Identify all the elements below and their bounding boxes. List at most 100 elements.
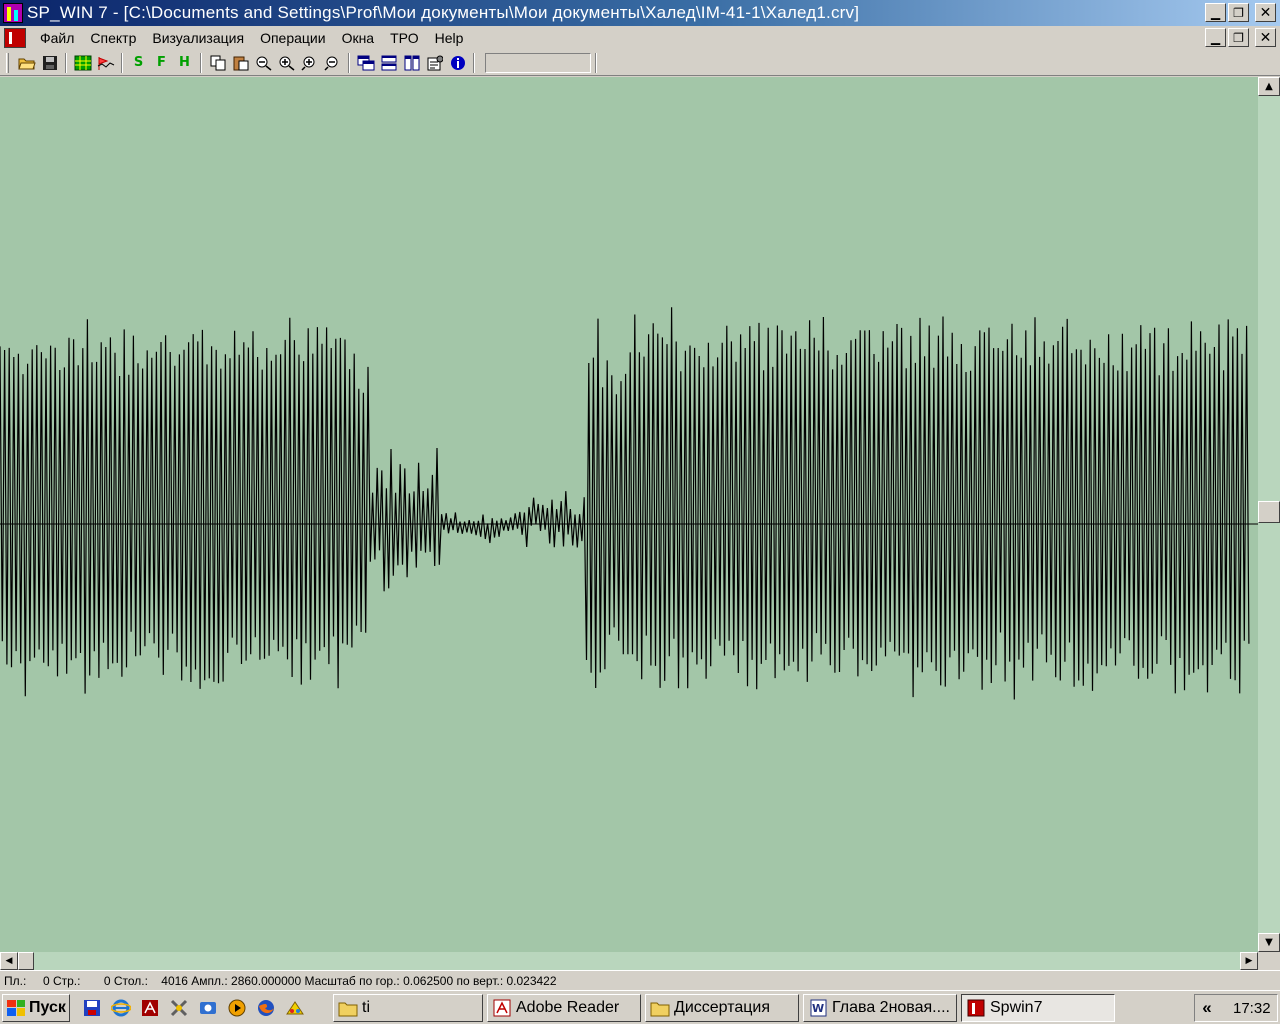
scrollbar-corner xyxy=(1258,952,1280,970)
doc-close-button[interactable]: ✕ xyxy=(1255,28,1276,47)
cascade-windows-icon[interactable] xyxy=(356,53,376,73)
s-letter-icon[interactable]: S xyxy=(129,53,149,73)
menu-help[interactable]: Help xyxy=(427,30,472,46)
task-label: Глава 2новая.... xyxy=(832,998,950,1016)
status-bar: Пл.: 0 Стр.: 0 Стол.: 4016 Ампл.: 2860.0… xyxy=(0,970,1280,990)
tools-icon[interactable] xyxy=(167,996,191,1020)
quick-launch xyxy=(80,996,307,1020)
scroll-down-button[interactable]: ▼ xyxy=(1258,933,1280,952)
paint-icon[interactable] xyxy=(283,996,307,1020)
tray-expand-button[interactable]: « xyxy=(1195,998,1219,1018)
menu-file[interactable]: Файл xyxy=(32,30,82,46)
restore-icon: ❐ xyxy=(1233,30,1244,45)
floppy-save-icon[interactable] xyxy=(80,996,104,1020)
toolbar-separator xyxy=(595,52,597,73)
scroll-right-button[interactable]: ▶ xyxy=(1240,952,1258,970)
properties-icon[interactable] xyxy=(425,53,445,73)
outlook-icon[interactable] xyxy=(196,996,220,1020)
menu-bar: Файл Спектр Визуализация Операции Окна Т… xyxy=(0,26,1280,50)
f-letter-icon[interactable]: F xyxy=(152,53,172,73)
grid-icon[interactable] xyxy=(73,53,93,73)
task-label: Диссертация xyxy=(674,998,771,1016)
close-icon: ✕ xyxy=(1259,29,1272,46)
save-icon[interactable] xyxy=(40,53,60,73)
signal-waveform-canvas xyxy=(0,307,1258,700)
toolbar-separator xyxy=(473,52,475,73)
menu-spectrum[interactable]: Спектр xyxy=(82,30,144,46)
info-icon[interactable] xyxy=(448,53,468,73)
h-letter-icon[interactable]: H xyxy=(175,53,195,73)
spwin-icon xyxy=(967,999,985,1016)
clock[interactable]: 17:32 xyxy=(1233,1000,1271,1017)
start-label: Пуск xyxy=(29,998,66,1016)
task-label: Adobe Reader xyxy=(516,998,620,1016)
minimize-icon: ▁ xyxy=(1210,5,1221,20)
toolbar-value-box[interactable] xyxy=(485,52,591,73)
adobe-reader-icon xyxy=(493,999,511,1016)
task-dissertation[interactable]: Диссертация xyxy=(645,993,799,1022)
window-title: SP_WIN 7 - [C:\Documents and Settings\Pr… xyxy=(27,3,860,22)
status-text: Пл.: 0 Стр.: 0 Стол.: 4016 Ампл.: 2860.0… xyxy=(4,973,557,988)
paste-icon[interactable] xyxy=(231,53,251,73)
scroll-left-button[interactable]: ◀ xyxy=(0,952,18,970)
scroll-up-button[interactable]: ▲ xyxy=(1258,77,1280,96)
task-adobe-reader[interactable]: Adobe Reader xyxy=(487,993,641,1022)
arrow-right-icon: ▶ xyxy=(1245,956,1253,966)
svg-text:W: W xyxy=(812,1002,824,1015)
zoom-in-y-icon[interactable] xyxy=(300,53,320,73)
menu-tro[interactable]: ТРО xyxy=(382,30,426,46)
close-button[interactable]: ✕ xyxy=(1255,3,1276,22)
title-bar[interactable]: SP_WIN 7 - [C:\Documents and Settings\Pr… xyxy=(0,0,1280,26)
folder-icon xyxy=(650,1002,670,1016)
toolbar-separator xyxy=(200,52,202,73)
copy-icon[interactable] xyxy=(208,53,228,73)
document-icon[interactable] xyxy=(4,28,26,48)
horizontal-scrollbar[interactable]: ◀ ▶ xyxy=(0,952,1258,970)
flag-chart-icon[interactable] xyxy=(96,53,116,73)
restore-icon: ❐ xyxy=(1233,5,1244,20)
tile-horizontal-icon[interactable] xyxy=(379,53,399,73)
arrow-left-icon: ◀ xyxy=(5,956,13,966)
doc-minimize-button[interactable]: ▁ xyxy=(1205,28,1226,47)
open-folder-icon[interactable] xyxy=(17,53,37,73)
minimize-button[interactable]: ▁ xyxy=(1205,3,1226,22)
task-label: Spwin7 xyxy=(990,998,1043,1016)
start-button[interactable]: Пуск xyxy=(2,993,70,1022)
tile-vertical-icon[interactable] xyxy=(402,53,422,73)
task-ti[interactable]: ti xyxy=(333,993,483,1022)
folder-icon xyxy=(338,1002,358,1016)
zoom-in-x-icon[interactable] xyxy=(254,53,274,73)
toolbar: S F H xyxy=(0,50,1280,76)
horizontal-scroll-thumb[interactable] xyxy=(18,952,34,970)
spwin-window: SP_WIN 7 - [C:\Documents and Settings\Pr… xyxy=(0,0,1280,1024)
menu-windows[interactable]: Окна xyxy=(334,30,383,46)
task-spwin7[interactable]: Spwin7 xyxy=(961,993,1115,1022)
task-label: ti xyxy=(362,998,370,1016)
zoom-out-y-icon[interactable] xyxy=(323,53,343,73)
restore-button[interactable]: ❐ xyxy=(1228,3,1249,22)
spwin-app-icon[interactable] xyxy=(3,3,23,23)
toolbar-grip[interactable] xyxy=(6,52,9,73)
vertical-scrollbar[interactable]: ▲ ▼ xyxy=(1258,77,1280,952)
signal-waveform xyxy=(0,307,1250,700)
internet-explorer-icon[interactable] xyxy=(109,996,133,1020)
task-chapter2[interactable]: W Глава 2новая.... xyxy=(803,993,957,1022)
zoom-out-x-icon[interactable] xyxy=(277,53,297,73)
vertical-scroll-thumb[interactable] xyxy=(1258,501,1280,523)
arrow-down-icon: ▼ xyxy=(1265,937,1273,948)
word-icon: W xyxy=(810,999,827,1016)
menu-operations[interactable]: Операции xyxy=(252,30,334,46)
close-icon: ✕ xyxy=(1259,4,1272,21)
arrow-up-icon: ▲ xyxy=(1265,81,1273,92)
menu-visualization[interactable]: Визуализация xyxy=(144,30,252,46)
doc-restore-button[interactable]: ❐ xyxy=(1228,28,1249,47)
toolbar-separator xyxy=(121,52,123,73)
signal-plot-area[interactable] xyxy=(0,77,1258,952)
toolbar-separator xyxy=(65,52,67,73)
system-tray: « 17:32 xyxy=(1194,994,1278,1022)
acrobat-icon[interactable] xyxy=(138,996,162,1020)
firefox-icon[interactable] xyxy=(254,996,278,1020)
window-controls: ▁ ❐ ✕ xyxy=(1205,3,1276,22)
media-player-icon[interactable] xyxy=(225,996,249,1020)
windows-logo-icon xyxy=(7,999,25,1016)
